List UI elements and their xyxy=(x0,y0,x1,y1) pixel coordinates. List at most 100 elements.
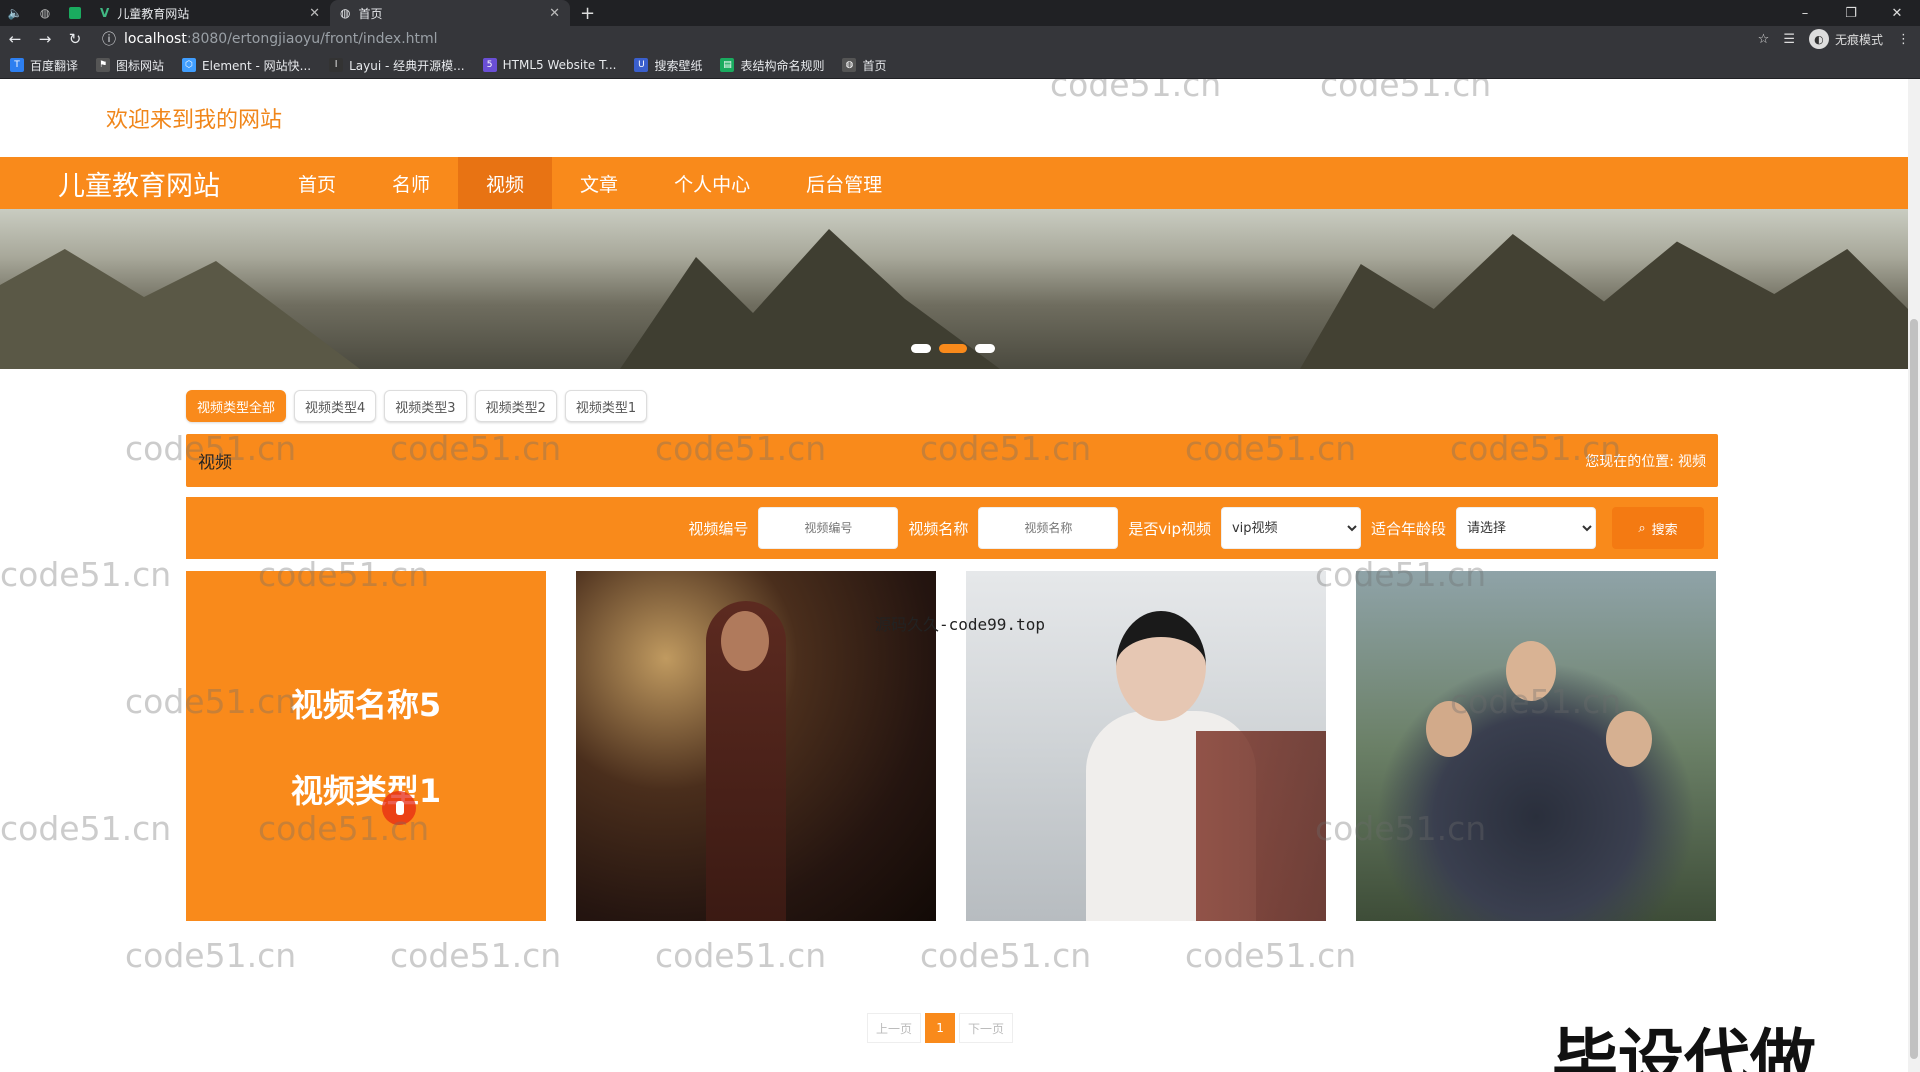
profile-label: 无痕模式 xyxy=(1834,32,1883,47)
globe-icon: ◍ xyxy=(340,6,351,20)
video-code-input[interactable] xyxy=(758,507,899,549)
video-card[interactable]: 视频名称5 视频类型1 xyxy=(186,571,546,921)
nav-videos[interactable]: 视频 xyxy=(458,157,553,209)
sheet-icon: ▤ xyxy=(720,58,735,72)
bookmark-item[interactable]: ⚑ 图标网站 xyxy=(96,57,164,74)
page-scrollbar[interactable] xyxy=(1908,79,1920,1072)
section-header: 视频 您现在的位置: 视频 xyxy=(186,434,1718,487)
search-button-label: 搜索 xyxy=(1651,521,1678,537)
tab-title: 首页 xyxy=(358,6,383,21)
restore-icon[interactable]: ❐ xyxy=(1828,0,1874,26)
nav-articles[interactable]: 文章 xyxy=(552,157,646,209)
bookmark-item[interactable]: ◍ 首页 xyxy=(842,57,887,74)
globe-icon[interactable]: ◍ xyxy=(30,0,60,26)
nav-personal-center[interactable]: 个人中心 xyxy=(646,157,778,209)
breadcrumb-current[interactable]: 视频 xyxy=(1678,451,1706,471)
breadcrumb: 您现在的位置: 视频 xyxy=(1585,451,1706,471)
menu-icon[interactable]: ⋮ xyxy=(1897,32,1910,47)
hero-carousel[interactable] xyxy=(0,209,1908,369)
prev-page-button[interactable]: 上一页 xyxy=(867,1013,922,1043)
video-card-name: 视频名称5 xyxy=(290,686,442,724)
type-tab[interactable]: 视频类型4 xyxy=(294,390,377,422)
reload-icon[interactable]: ↻ xyxy=(60,30,90,48)
figure-head xyxy=(1426,701,1472,757)
bookmark-item[interactable]: ▤ 表结构命名规则 xyxy=(720,57,824,74)
video-thumbnail xyxy=(1356,571,1716,921)
bookmark-item[interactable]: U 搜索壁纸 xyxy=(634,57,702,74)
url-field[interactable]: ⓘ localhost:8080/ertongjiaoyu/front/inde… xyxy=(90,28,1758,50)
back-icon[interactable]: ← xyxy=(0,30,30,48)
pagination: 上一页 1 下一页 xyxy=(867,1013,1014,1043)
video-code-label: 视频编号 xyxy=(688,519,749,538)
info-icon[interactable]: ⓘ xyxy=(102,29,116,49)
minimize-icon[interactable]: – xyxy=(1782,0,1828,26)
nav-home[interactable]: 首页 xyxy=(270,157,364,209)
figure-head xyxy=(1116,611,1206,721)
welcome-text: 欢迎来到我的网站 xyxy=(106,108,283,133)
nav-admin[interactable]: 后台管理 xyxy=(778,157,910,209)
bookmark-item[interactable]: ⬡ Element - 网站快... xyxy=(182,57,311,74)
reading-list-icon[interactable]: ☰ xyxy=(1783,32,1795,47)
close-window-icon[interactable]: ✕ xyxy=(1874,0,1920,26)
figure-head xyxy=(1606,711,1652,767)
new-tab-button[interactable]: + xyxy=(570,0,605,26)
close-icon[interactable]: ✕ xyxy=(549,6,560,21)
close-icon[interactable]: ✕ xyxy=(309,6,320,21)
video-name-input[interactable] xyxy=(978,507,1119,549)
video-type-tabs: 视频类型全部 视频类型4 视频类型3 视频类型2 视频类型1 xyxy=(186,390,648,422)
site-brand[interactable]: 儿童教育网站 xyxy=(0,164,270,203)
bookmark-item[interactable]: 5 HTML5 Website T... xyxy=(482,58,616,72)
carousel-dot[interactable] xyxy=(911,344,931,353)
speaker-icon[interactable]: 🔈 xyxy=(0,0,30,26)
scrollbar-thumb[interactable] xyxy=(1910,319,1918,1059)
search-button[interactable]: ⌕ 搜索 xyxy=(1612,507,1704,549)
translate-icon: T xyxy=(10,58,24,72)
video-card[interactable] xyxy=(1356,571,1716,921)
type-tab[interactable]: 视频类型1 xyxy=(564,390,648,422)
banner-rock xyxy=(0,249,360,369)
age-select[interactable]: 请选择 xyxy=(1456,507,1596,549)
star-icon[interactable]: ☆ xyxy=(1758,32,1770,47)
vip-label: 是否vip视频 xyxy=(1128,519,1211,538)
figure-head xyxy=(721,611,769,671)
mouse-cursor-icon xyxy=(382,791,416,825)
nav-teachers[interactable]: 名师 xyxy=(364,157,458,209)
layui-icon: l xyxy=(329,58,344,72)
green-app-icon[interactable] xyxy=(60,0,90,26)
watermark: code51.cn xyxy=(920,936,1092,975)
source-watermark: 源码久久-code99.top xyxy=(875,615,1045,634)
video-name-label: 视频名称 xyxy=(908,519,969,538)
type-tab[interactable]: 视频类型2 xyxy=(474,390,557,422)
vip-select[interactable]: vip视频 xyxy=(1220,507,1361,549)
globe-icon: ◍ xyxy=(842,58,857,72)
watermark: code51.cn xyxy=(655,936,827,975)
watermark: code51.cn xyxy=(0,555,172,594)
age-label: 适合年龄段 xyxy=(1370,519,1446,538)
type-tab-all[interactable]: 视频类型全部 xyxy=(186,390,287,422)
bookmark-item[interactable]: l Layui - 经典开源模... xyxy=(329,57,465,74)
section-title: 视频 xyxy=(198,453,232,473)
watermark: code51.cn xyxy=(125,936,297,975)
carousel-dot[interactable] xyxy=(975,344,995,353)
vue-icon: V xyxy=(100,6,110,20)
wallpaper-icon: U xyxy=(634,58,649,72)
browser-tab-strip: 🔈 ◍ V 儿童教育网站 ✕ ◍ 首页 ✕ + – ❐ ✕ xyxy=(0,0,1920,26)
next-page-button[interactable]: 下一页 xyxy=(959,1013,1014,1043)
search-bar: 视频编号 视频名称 是否vip视频 vip视频 适合年龄段 请选择 ⌕ 搜索 xyxy=(186,497,1718,559)
page-number[interactable]: 1 xyxy=(925,1013,956,1043)
browser-tab[interactable]: V 儿童教育网站 ✕ xyxy=(90,0,330,26)
html5-icon: 5 xyxy=(482,58,497,72)
bookmark-item[interactable]: T 百度翻译 xyxy=(10,57,78,74)
browser-tab-active[interactable]: ◍ 首页 ✕ xyxy=(330,0,570,26)
type-tab[interactable]: 视频类型3 xyxy=(384,390,467,422)
carousel-dot-active[interactable] xyxy=(939,344,967,353)
forward-icon[interactable]: → xyxy=(30,30,60,48)
video-card-type: 视频类型1 xyxy=(290,772,442,810)
address-bar-row: ← → ↻ ⓘ localhost:8080/ertongjiaoyu/fron… xyxy=(0,26,1920,52)
corner-watermark: 毕设代做 xyxy=(1552,1022,1816,1072)
bookmarks-bar: T 百度翻译 ⚑ 图标网站 ⬡ Element - 网站快... l Layui - 经… xyxy=(0,52,1920,79)
search-icon: ⌕ xyxy=(1638,520,1646,535)
watermark: code51.cn xyxy=(390,936,562,975)
incognito-badge[interactable]: ◐ 无痕模式 xyxy=(1808,29,1883,49)
watermark: code51.cn xyxy=(0,809,172,848)
